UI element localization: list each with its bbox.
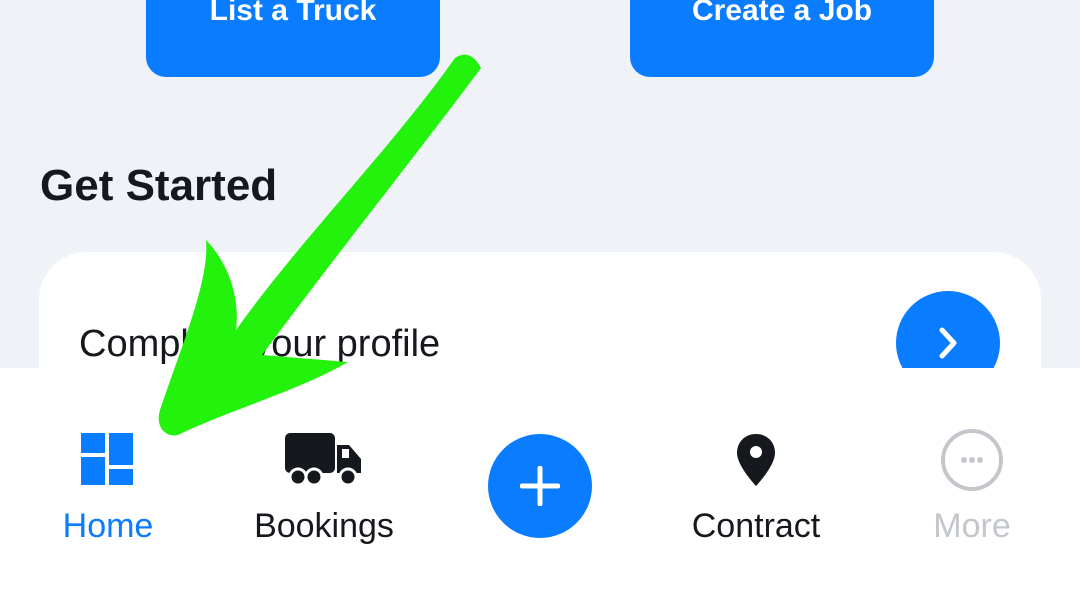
nav-label-home: Home	[62, 507, 154, 545]
nav-label-contract: Contract	[691, 507, 821, 545]
nav-item-contract[interactable]: Contract	[648, 368, 864, 600]
truck-icon	[285, 433, 361, 487]
add-button[interactable]	[488, 434, 592, 538]
section-title: Get Started	[40, 161, 278, 210]
list-truck-button[interactable]: List a Truck	[146, 0, 440, 77]
more-dots-icon	[941, 429, 1003, 491]
dashboard-icon	[81, 433, 133, 485]
nav-item-more[interactable]: More	[864, 368, 1080, 600]
card-title: Complete your profile	[79, 323, 441, 365]
nav-item-home[interactable]: Home	[0, 368, 216, 600]
chevron-right-icon	[939, 327, 957, 359]
create-job-button[interactable]: Create a Job	[630, 0, 934, 77]
map-pin-icon	[737, 434, 775, 486]
plus-icon	[520, 466, 560, 506]
bottom-nav: Home Bookings Contract More	[0, 368, 1080, 600]
nav-label-more: More	[933, 507, 1011, 545]
nav-label-bookings: Bookings	[254, 507, 394, 545]
nav-item-bookings[interactable]: Bookings	[216, 368, 432, 600]
